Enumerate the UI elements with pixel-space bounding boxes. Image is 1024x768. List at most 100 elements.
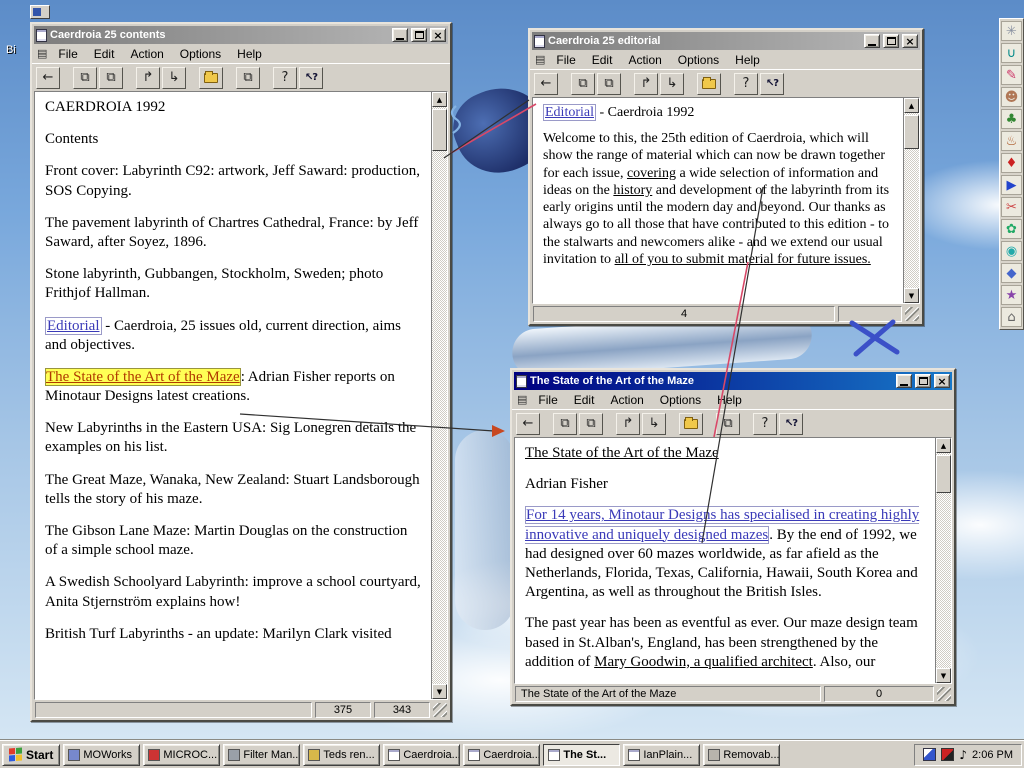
hyperlink-mary-goodwin[interactable]: Mary Goodwin, a qualified architect [594,654,813,670]
resize-grip[interactable] [433,703,447,717]
document-list-icon[interactable]: ▤ [35,47,49,60]
titlebar[interactable]: Caerdroia 25 contents × [34,26,448,44]
context-help-icon[interactable]: ↖? [779,412,803,435]
scroll-up-icon[interactable]: ▲ [936,438,951,453]
palette-icon-2[interactable]: ∪ [1001,43,1022,63]
menu-edit[interactable]: Edit [567,392,602,408]
scroll-down-icon[interactable]: ▼ [432,684,447,699]
task-ianplain[interactable]: IanPlain... [623,743,701,766]
hyperlink-history[interactable]: history [613,183,652,198]
menu-options[interactable]: Options [173,46,228,62]
help-icon[interactable]: ? [273,66,297,89]
task-moworks[interactable]: MOWorks [63,743,141,766]
hyperlink-submit[interactable]: all of you to submit material for future… [615,252,871,267]
hyperlink-editorial[interactable]: Editorial [45,316,102,335]
minimize-button[interactable] [896,374,912,388]
copy-link-icon[interactable]: ⧉ [579,412,603,435]
menu-action[interactable]: Action [621,52,668,68]
menu-edit[interactable]: Edit [87,46,122,62]
scroll-thumb[interactable] [432,109,447,151]
start-link-icon[interactable]: ↱ [634,72,658,95]
palette-icon-3[interactable]: ✎ [1001,65,1022,85]
copy-icon[interactable]: ⧉ [73,66,97,89]
menu-options[interactable]: Options [653,392,708,408]
vertical-scrollbar[interactable]: ▲ ▼ [431,92,447,699]
vertical-scrollbar[interactable]: ▲ ▼ [935,438,951,683]
task-state-of-the-art[interactable]: The St... [543,743,621,766]
context-help-icon[interactable]: ↖? [760,72,784,95]
context-help-icon[interactable]: ↖? [299,66,323,89]
resize-grip[interactable] [937,687,951,701]
help-icon[interactable]: ? [734,72,758,95]
tray-icon-1[interactable] [923,748,937,761]
task-teds[interactable]: Teds ren... [303,743,381,766]
start-link-icon[interactable]: ↱ [136,66,160,89]
open-folder-icon[interactable] [697,72,721,95]
copy-link-icon[interactable]: ⧉ [597,72,621,95]
copy-link-icon[interactable]: ⧉ [99,66,123,89]
back-icon[interactable]: ← [516,412,540,435]
hyperlink-article-title[interactable]: The State of the Art of the Maze [525,445,719,461]
end-link-icon[interactable]: ↳ [642,412,666,435]
task-microcosm[interactable]: MICROC... [143,743,221,766]
task-caerdroia-contents[interactable]: Caerdroia... [383,743,461,766]
hyperlink-covering[interactable]: covering [627,166,676,181]
palette-icon-8[interactable]: ▶ [1001,175,1022,195]
copy-icon[interactable]: ⧉ [571,72,595,95]
palette-icon-13[interactable]: ★ [1001,285,1022,305]
hyperlink-state-of-the-art[interactable]: The State of the Art of the Maze [45,367,241,386]
close-button[interactable]: × [934,374,950,388]
menu-options[interactable]: Options [671,52,726,68]
palette-icon-11[interactable]: ◉ [1001,241,1022,261]
scroll-thumb[interactable] [936,455,951,493]
start-button[interactable]: Start [2,743,61,766]
palette-icon-1[interactable]: ✳ [1001,21,1022,41]
scroll-down-icon[interactable]: ▼ [904,288,919,303]
help-icon[interactable]: ? [753,412,777,435]
close-button[interactable]: × [430,28,446,42]
menu-file[interactable]: File [531,392,564,408]
maximize-button[interactable] [411,28,427,42]
end-link-icon[interactable]: ↳ [660,72,684,95]
scroll-track[interactable] [432,107,447,684]
palette-icon-7[interactable]: ♦ [1001,153,1022,173]
vertical-scrollbar[interactable]: ▲ ▼ [903,98,919,303]
menu-action[interactable]: Action [603,392,650,408]
pages-icon[interactable]: ⧉ [236,66,260,89]
document-list-icon[interactable]: ▤ [515,393,529,406]
palette-icon-10[interactable]: ✿ [1001,219,1022,239]
menu-file[interactable]: File [549,52,582,68]
scroll-up-icon[interactable]: ▲ [432,92,447,107]
palette-icon-4[interactable]: ☻ [1001,87,1022,107]
resize-grip[interactable] [905,307,919,321]
document-list-icon[interactable]: ▤ [533,53,547,66]
titlebar[interactable]: The State of the Art of the Maze × [514,372,952,390]
desktop-icon-label[interactable]: Bi [6,44,16,56]
back-icon[interactable]: ← [534,72,558,95]
task-removable[interactable]: Removab... [703,743,781,766]
task-caerdroia-editorial[interactable]: Caerdroia... [463,743,541,766]
maximize-button[interactable] [883,34,899,48]
tray-icon-2[interactable] [941,748,955,761]
menu-help[interactable]: Help [710,392,749,408]
palette-icon-14[interactable]: ⌂ [1001,307,1022,327]
scroll-track[interactable] [904,113,919,288]
menu-action[interactable]: Action [123,46,170,62]
scroll-track[interactable] [936,453,951,668]
minimize-button[interactable] [864,34,880,48]
titlebar[interactable]: Caerdroia 25 editorial × [532,32,920,50]
open-folder-icon[interactable] [199,66,223,89]
window-fragment-icon[interactable] [30,5,50,19]
hyperlink-editorial[interactable]: Editorial [543,104,596,121]
end-link-icon[interactable]: ↳ [162,66,186,89]
minimize-button[interactable] [392,28,408,42]
task-filter-manager[interactable]: Filter Man... [223,743,301,766]
copy-icon[interactable]: ⧉ [553,412,577,435]
scroll-down-icon[interactable]: ▼ [936,668,951,683]
palette-icon-9[interactable]: ✂ [1001,197,1022,217]
menu-file[interactable]: File [51,46,84,62]
close-button[interactable]: × [902,34,918,48]
palette-icon-6[interactable]: ♨ [1001,131,1022,151]
menu-edit[interactable]: Edit [585,52,620,68]
pages-icon[interactable]: ⧉ [716,412,740,435]
